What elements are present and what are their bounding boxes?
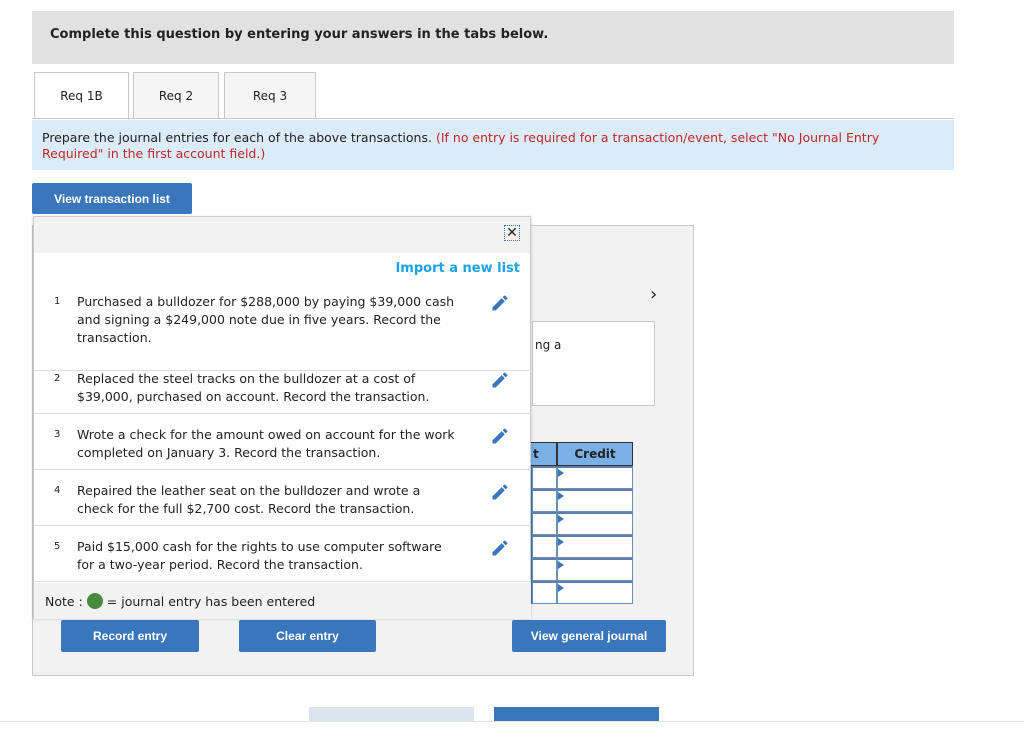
debit-header: t xyxy=(530,442,557,466)
credit-input[interactable] xyxy=(557,535,633,558)
cell-flag-icon xyxy=(558,515,564,523)
description-text: ng a xyxy=(535,338,562,352)
note-text: = journal entry has been entered xyxy=(106,594,316,609)
tab-req-2[interactable]: Req 2 xyxy=(133,72,219,119)
instruction-text: Prepare the journal entries for each of … xyxy=(42,130,432,145)
journal-row xyxy=(530,512,633,535)
note-legend: Note : = journal entry has been entered xyxy=(34,583,531,619)
credit-input[interactable] xyxy=(557,581,633,604)
debit-input[interactable] xyxy=(532,489,557,512)
debit-input[interactable] xyxy=(532,581,557,604)
tab-divider xyxy=(32,118,954,119)
instruction-banner: Complete this question by entering your … xyxy=(32,11,954,64)
pencil-icon[interactable] xyxy=(490,370,510,390)
note-prefix: Note : xyxy=(45,594,83,609)
transaction-text: Wrote a check for the amount owed on acc… xyxy=(77,427,455,460)
footer-divider xyxy=(0,721,1024,722)
transaction-item[interactable]: 4 Repaired the leather seat on the bulldo… xyxy=(34,470,531,526)
pencil-icon[interactable] xyxy=(490,482,510,502)
cell-flag-icon xyxy=(558,538,564,546)
debit-input[interactable] xyxy=(532,512,557,535)
transaction-text: Paid $15,000 cash for the rights to use … xyxy=(77,539,442,572)
tab-req-3[interactable]: Req 3 xyxy=(224,72,316,119)
journal-row xyxy=(530,466,633,489)
journal-row xyxy=(530,581,633,604)
cell-flag-icon xyxy=(558,584,564,592)
transaction-item[interactable]: 3 Wrote a check for the amount owed on ac… xyxy=(34,414,531,470)
chevron-right-icon[interactable]: › xyxy=(650,284,657,305)
credit-input[interactable] xyxy=(557,558,633,581)
transaction-item[interactable]: 2 Replaced the steel tracks on the bulldo… xyxy=(34,358,531,414)
entered-dot-icon xyxy=(86,593,103,609)
view-general-journal-button[interactable]: View general journal xyxy=(512,620,666,652)
prev-button[interactable] xyxy=(309,707,474,721)
pencil-icon[interactable] xyxy=(490,293,510,313)
transaction-list-popup: ✕ Import a new list 1 Purchased a bulldoz… xyxy=(33,216,531,619)
pencil-icon[interactable] xyxy=(490,426,510,446)
debit-input[interactable] xyxy=(532,466,557,489)
transaction-text: Repaired the leather seat on the bulldoz… xyxy=(77,483,421,516)
transaction-item[interactable]: 5 Paid $15,000 cash for the rights to use… xyxy=(34,526,531,582)
clear-entry-button[interactable]: Clear entry xyxy=(239,620,376,652)
cell-flag-icon xyxy=(558,469,564,477)
journal-row xyxy=(530,535,633,558)
view-transaction-list-button[interactable]: View transaction list xyxy=(32,183,192,214)
cell-flag-icon xyxy=(558,492,564,500)
credit-input[interactable] xyxy=(557,489,633,512)
transaction-description: ng a xyxy=(532,321,655,406)
journal-row xyxy=(530,489,633,512)
credit-input[interactable] xyxy=(557,466,633,489)
transaction-number: 2 xyxy=(54,373,61,384)
close-icon[interactable]: ✕ xyxy=(504,225,520,241)
journal-row xyxy=(530,558,633,581)
popup-header xyxy=(34,217,530,253)
debit-input[interactable] xyxy=(532,558,557,581)
import-new-list-link[interactable]: Import a new list xyxy=(395,261,520,276)
debit-input[interactable] xyxy=(532,535,557,558)
transaction-text: Purchased a bulldozer for $288,000 by pa… xyxy=(77,294,455,345)
tab-req-1b[interactable]: Req 1B xyxy=(34,72,129,120)
transaction-number: 3 xyxy=(54,429,61,440)
transaction-text: Replaced the steel tracks on the bulldoz… xyxy=(77,371,430,404)
cell-flag-icon xyxy=(558,561,564,569)
pencil-icon[interactable] xyxy=(490,538,510,558)
transaction-number: 4 xyxy=(54,485,61,496)
transaction-number: 5 xyxy=(54,541,61,552)
record-entry-button[interactable]: Record entry xyxy=(61,620,199,652)
credit-header: Credit xyxy=(557,442,633,466)
next-button[interactable] xyxy=(494,707,659,721)
transaction-number: 1 xyxy=(54,296,61,307)
instructions: Prepare the journal entries for each of … xyxy=(32,120,954,170)
journal-table: t Credit xyxy=(530,442,633,604)
credit-input[interactable] xyxy=(557,512,633,535)
